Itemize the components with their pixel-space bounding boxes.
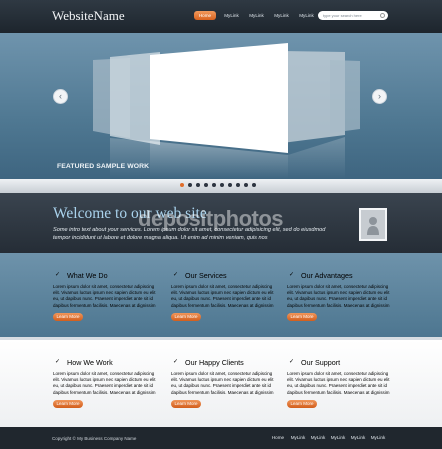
footer-link-mylink[interactable]: MyLink	[348, 435, 368, 440]
slider-dot[interactable]	[236, 183, 240, 187]
learn-more-button[interactable]: Learn More	[53, 399, 83, 408]
page: WebsiteName Home MyLink MyLink MyLink My…	[0, 0, 442, 449]
footer-link-mylink[interactable]: MyLink	[308, 435, 328, 440]
feature-heading: ✓ Our Advantages	[287, 270, 392, 280]
check-icon: ✓	[54, 271, 61, 278]
info-text: Lorem ipsum dolor sit amet, consectetur …	[53, 371, 156, 395]
slider-dot[interactable]	[188, 183, 192, 187]
hero-slider	[0, 33, 442, 179]
nav-item-mylink[interactable]: MyLink	[269, 11, 294, 20]
feature-title: Our Advantages	[301, 270, 353, 280]
nav-item-home[interactable]: Home	[194, 11, 216, 20]
slide-carousel-graphic	[93, 43, 360, 179]
avatar	[359, 208, 387, 241]
feature-text: Lorem ipsum dolor sit amet, consectetur …	[171, 284, 274, 308]
slider-dot[interactable]	[204, 183, 208, 187]
feature-heading: ✓ What We Do	[53, 270, 158, 280]
feature-text: Lorem ipsum dolor sit amet, consectetur …	[287, 284, 390, 308]
footer-link-mylink[interactable]: MyLink	[288, 435, 308, 440]
check-icon: ✓	[288, 358, 295, 365]
feature-text: Lorem ipsum dolor sit amet, consectetur …	[53, 284, 156, 308]
top-nav: Home MyLink MyLink MyLink MyLink	[194, 11, 319, 20]
check-icon: ✓	[54, 358, 61, 365]
slide-reflection-right	[288, 137, 345, 179]
slider-dot[interactable]	[252, 183, 256, 187]
watermark-text: depositphotos	[138, 206, 284, 231]
feature-title: Our Services	[185, 270, 227, 280]
check-icon: ✓	[172, 358, 179, 365]
slider-prev-button[interactable]: ‹	[53, 89, 68, 104]
search-input[interactable]: type your search here	[318, 11, 388, 20]
footer-link-mylink[interactable]: MyLink	[368, 435, 388, 440]
slider-dot[interactable]	[220, 183, 224, 187]
search-placeholder: type your search here	[323, 13, 362, 18]
feature-column: ✓ Our Services Lorem ipsum dolor sit ame…	[171, 270, 276, 321]
slider-dot[interactable]	[180, 183, 184, 187]
slide-reflection-left	[110, 138, 150, 179]
info-heading: ✓ Our Happy Clients	[171, 357, 276, 367]
slide-panel-center	[150, 43, 288, 153]
slider-dot[interactable]	[196, 183, 200, 187]
footer-nav: Home MyLink MyLink MyLink MyLink MyLink	[268, 435, 388, 440]
search-icon[interactable]	[380, 13, 385, 18]
chevron-left-icon: ‹	[59, 91, 62, 101]
chevron-right-icon: ›	[378, 91, 381, 101]
slider-dot[interactable]	[228, 183, 232, 187]
learn-more-button[interactable]: Learn More	[287, 399, 317, 408]
site-logo[interactable]: WebsiteName	[52, 8, 125, 24]
feature-title: What We Do	[67, 270, 108, 280]
feature-column: ✓ What We Do Lorem ipsum dolor sit amet,…	[53, 270, 158, 321]
info-title: Our Support	[301, 357, 341, 367]
nav-item-mylink[interactable]: MyLink	[219, 11, 244, 20]
feature-column: ✓ Our Advantages Lorem ipsum dolor sit a…	[287, 270, 392, 321]
learn-more-button[interactable]: Learn More	[287, 312, 317, 321]
info-column: ✓ How We Work Lorem ipsum dolor sit amet…	[53, 357, 158, 408]
info-heading: ✓ How We Work	[53, 357, 158, 367]
nav-item-mylink[interactable]: MyLink	[244, 11, 269, 20]
info-title: How We Work	[67, 357, 113, 367]
hero-caption: FEATURED SAMPLE WORK	[57, 163, 150, 170]
slider-dots	[180, 183, 256, 187]
check-icon: ✓	[172, 271, 179, 278]
check-icon: ✓	[288, 271, 295, 278]
slider-dot[interactable]	[244, 183, 248, 187]
info-heading: ✓ Our Support	[287, 357, 392, 367]
learn-more-button[interactable]: Learn More	[171, 312, 201, 321]
user-placeholder-icon	[367, 217, 379, 235]
slide-panel-back-right	[330, 60, 360, 133]
feature-heading: ✓ Our Services	[171, 270, 276, 280]
learn-more-button[interactable]: Learn More	[53, 312, 83, 321]
nav-item-mylink[interactable]: MyLink	[294, 11, 319, 20]
copyright-text: Copyright © My Business Company Name	[52, 436, 137, 441]
info-title: Our Happy Clients	[185, 357, 244, 367]
slider-next-button[interactable]: ›	[372, 89, 387, 104]
info-text: Lorem ipsum dolor sit amet, consectetur …	[287, 371, 390, 395]
info-column: ✓ Our Happy Clients Lorem ipsum dolor si…	[171, 357, 276, 408]
footer-link-home[interactable]: Home	[268, 435, 288, 440]
slider-dot[interactable]	[212, 183, 216, 187]
footer-link-mylink[interactable]: MyLink	[328, 435, 348, 440]
info-column: ✓ Our Support Lorem ipsum dolor sit amet…	[287, 357, 392, 408]
learn-more-button[interactable]: Learn More	[171, 399, 201, 408]
info-text: Lorem ipsum dolor sit amet, consectetur …	[171, 371, 274, 395]
